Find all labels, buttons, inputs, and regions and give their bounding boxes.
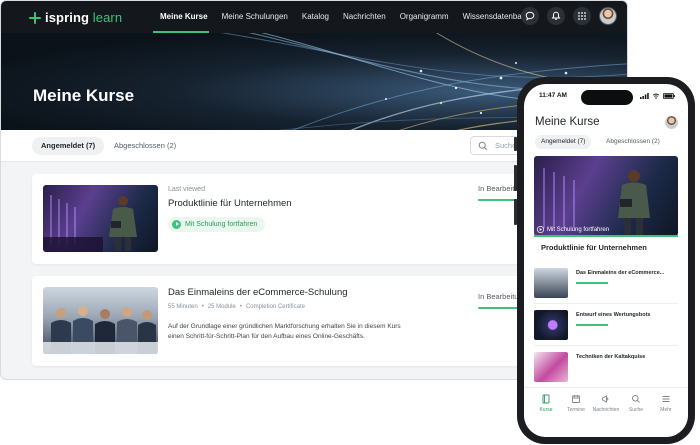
phone-tab-bar: Kurse Termine Nachrichten Suche Mehr	[524, 387, 688, 437]
bell-icon[interactable]	[547, 7, 565, 25]
phone-course-item[interactable]: Das Einmaleins der eCommerce...	[534, 268, 678, 308]
phone-course-thumbnail	[534, 310, 568, 340]
phone-tab-termine[interactable]: Termine	[561, 394, 591, 413]
logo-text-b: learn	[92, 10, 123, 25]
phone-volume-down	[514, 199, 517, 225]
phone-tab-suche[interactable]: Suche	[621, 394, 651, 413]
course-title[interactable]: Produktlinie für Unternehmen	[168, 198, 292, 209]
phone-user-avatar[interactable]	[665, 116, 678, 129]
phone-tab-suche-label: Suche	[628, 407, 644, 413]
wifi-icon	[652, 93, 660, 99]
phone-tab-nachrichten-label: Nachrichten	[592, 407, 620, 413]
nav-item-nachrichten[interactable]: Nachrichten	[336, 1, 393, 33]
search-icon	[632, 395, 640, 403]
logo-icon	[29, 11, 41, 24]
menu-icon	[662, 396, 670, 402]
phone-continue-course-label: Mit Schulung fortfahren	[547, 226, 610, 233]
course-certificate: Completion Certificate	[245, 304, 305, 310]
continue-course-button[interactable]: Mit Schulung fortfahren	[168, 217, 266, 232]
phone-tab-termine-label: Termine	[567, 407, 585, 413]
phone-featured-course-image[interactable]: Mit Schulung fortfahren	[534, 156, 678, 236]
tab-abgeschlossen[interactable]: Abgeschlossen (2)	[105, 137, 185, 155]
phone-course-progress-bar	[576, 324, 608, 326]
list-divider	[534, 345, 678, 346]
nav-item-katalog[interactable]: Katalog	[295, 1, 336, 33]
main-nav: Meine Kurse Meine Schulungen Katalog Nac…	[153, 1, 537, 33]
status-bar-time: 11:47 AM	[539, 92, 567, 99]
phone-screen: 11:47 AM Meine Kurse Angemeldet (7) Abge…	[524, 84, 688, 437]
phone-course-item[interactable]: Entwurf eines Wertungsbots	[534, 310, 678, 350]
course-title[interactable]: Das Einmaleins der eCommerce-Schulung	[168, 287, 348, 298]
tab-angemeldet[interactable]: Angemeldet (7)	[32, 137, 105, 155]
meta-separator: •	[201, 304, 204, 310]
phone-tab-angemeldet[interactable]: Angemeldet (7)	[535, 135, 592, 149]
phone-course-thumbnail	[534, 352, 568, 382]
phone-continue-course-button[interactable]: Mit Schulung fortfahren	[537, 226, 609, 233]
nav-item-meine-kurse[interactable]: Meine Kurse	[153, 1, 215, 33]
phone-course-title: Entwurf eines Wertungsbots	[576, 312, 651, 318]
page-title: Meine Kurse	[33, 86, 135, 105]
play-icon	[537, 226, 544, 233]
dynamic-island	[581, 90, 633, 105]
phone-tab-abgeschlossen[interactable]: Abgeschlossen (2)	[600, 135, 666, 149]
phone-mockup: 11:47 AM Meine Kurse Angemeldet (7) Abge…	[514, 77, 695, 444]
presenter-illustration	[43, 195, 137, 252]
meeting-illustration	[43, 306, 158, 354]
signal-icon	[640, 93, 649, 99]
course-card[interactable]: Das Einmaleins der eCommerce-Schulung 55…	[32, 276, 542, 366]
list-divider	[534, 303, 678, 304]
book-icon	[542, 394, 550, 404]
chat-icon[interactable]	[521, 7, 539, 25]
phone-volume-up	[514, 165, 517, 191]
phone-mute-switch	[514, 137, 517, 151]
continue-course-label: Mit Schulung fortfahren	[185, 221, 258, 228]
phone-course-progress-bar	[576, 282, 608, 284]
phone-course-item[interactable]: Techniken der Kaltakquise	[534, 352, 678, 392]
status-bar-icons	[640, 93, 675, 99]
course-card[interactable]: Last viewed Produktlinie für Unternehmen…	[32, 174, 542, 264]
battery-icon	[663, 93, 675, 99]
phone-featured-progress-bar	[534, 235, 678, 237]
course-thumbnail[interactable]	[43, 185, 158, 252]
phone-page-title: Meine Kurse	[535, 116, 600, 128]
nav-item-meine-schulungen[interactable]: Meine Schulungen	[215, 1, 295, 33]
phone-tab-mehr-label: Mehr	[660, 407, 672, 413]
megaphone-icon	[602, 395, 609, 403]
phone-course-thumbnail	[534, 268, 568, 298]
course-meta: 55 Minuten • 25 Module • Completion Cert…	[168, 304, 305, 310]
meta-separator: •	[239, 304, 242, 310]
course-thumbnail[interactable]	[43, 287, 158, 354]
phone-course-title: Das Einmaleins der eCommerce...	[576, 270, 665, 276]
phone-tab-kurse[interactable]: Kurse	[531, 394, 561, 413]
phone-tab-kurse-label: Kurse	[539, 407, 553, 413]
course-modules: 25 Module	[207, 304, 236, 310]
course-duration: 55 Minuten	[168, 304, 198, 310]
calendar-icon	[572, 395, 580, 403]
marketing-screenshot: ispring learn Meine Kurse Meine Schulung…	[0, 0, 700, 445]
play-icon	[172, 220, 181, 229]
phone-tab-mehr[interactable]: Mehr	[651, 394, 681, 413]
search-icon	[478, 141, 488, 151]
course-description: Auf der Grundlage einer gründlichen Mark…	[168, 323, 401, 340]
phone-tab-nachrichten[interactable]: Nachrichten	[591, 394, 621, 413]
presenter-illustration	[543, 168, 650, 236]
brand-logo[interactable]: ispring learn	[29, 10, 122, 25]
user-avatar[interactable]	[599, 7, 617, 25]
nav-actions	[521, 7, 617, 25]
top-navigation: ispring learn Meine Kurse Meine Schulung…	[1, 1, 627, 33]
phone-course-title: Techniken der Kaltakquise	[576, 354, 646, 360]
nav-item-organigramm[interactable]: Organigramm	[393, 1, 456, 33]
logo-text-a: ispring	[45, 10, 90, 25]
apps-grid-icon[interactable]	[573, 7, 591, 25]
logo-text: ispring learn	[45, 10, 122, 25]
phone-featured-course-title[interactable]: Produktlinie für Unternehmen	[541, 243, 647, 252]
course-subtitle: Last viewed	[168, 186, 205, 193]
